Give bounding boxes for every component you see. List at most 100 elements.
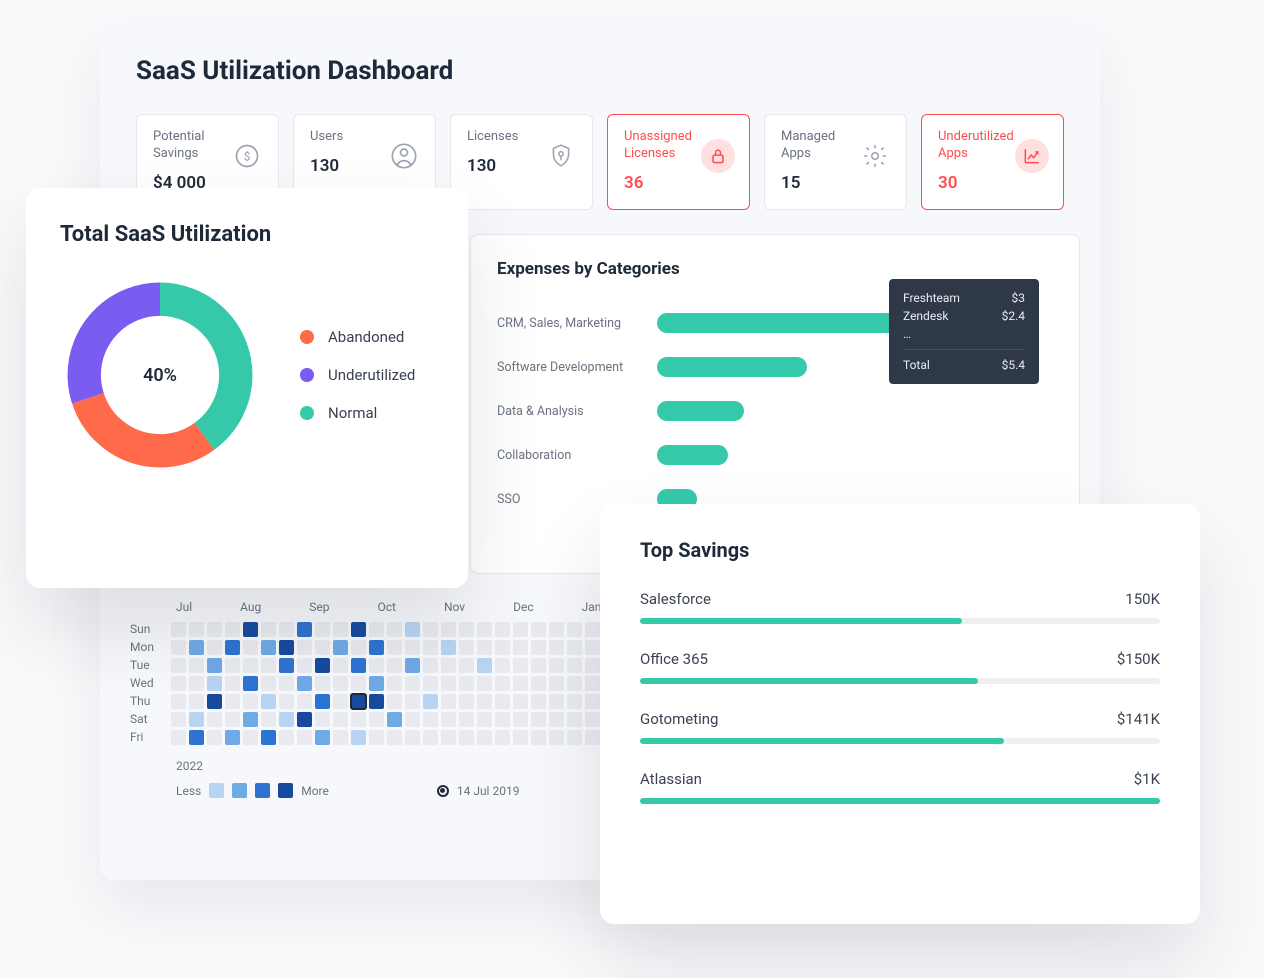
calendar-cell[interactable]	[495, 640, 510, 655]
calendar-cell[interactable]	[441, 676, 456, 691]
calendar-cell[interactable]	[351, 694, 366, 709]
calendar-cell[interactable]	[333, 730, 348, 745]
calendar-cell[interactable]	[423, 676, 438, 691]
calendar-cell[interactable]	[405, 694, 420, 709]
calendar-cell[interactable]	[477, 622, 492, 637]
calendar-cell[interactable]	[459, 730, 474, 745]
calendar-cell[interactable]	[441, 694, 456, 709]
calendar-cell[interactable]	[477, 640, 492, 655]
calendar-cell[interactable]	[261, 658, 276, 673]
calendar-cell[interactable]	[441, 640, 456, 655]
calendar-cell[interactable]	[567, 676, 582, 691]
calendar-cell[interactable]	[549, 694, 564, 709]
calendar-cell[interactable]	[513, 730, 528, 745]
calendar-cell[interactable]	[441, 658, 456, 673]
calendar-cell[interactable]	[459, 676, 474, 691]
calendar-cell[interactable]	[531, 622, 546, 637]
calendar-cell[interactable]	[207, 730, 222, 745]
calendar-cell[interactable]	[351, 712, 366, 727]
calendar-cell[interactable]	[189, 622, 204, 637]
calendar-cell[interactable]	[405, 730, 420, 745]
calendar-cell[interactable]	[459, 694, 474, 709]
calendar-cell[interactable]	[261, 712, 276, 727]
calendar-cell[interactable]	[387, 694, 402, 709]
calendar-cell[interactable]	[189, 730, 204, 745]
calendar-cell[interactable]	[225, 694, 240, 709]
calendar-cell[interactable]	[423, 694, 438, 709]
calendar-cell[interactable]	[369, 676, 384, 691]
calendar-cell[interactable]	[567, 640, 582, 655]
calendar-cell[interactable]	[261, 640, 276, 655]
calendar-cell[interactable]	[297, 622, 312, 637]
calendar-cell[interactable]	[549, 622, 564, 637]
calendar-cell[interactable]	[279, 730, 294, 745]
legend-item-abandoned[interactable]: Abandoned	[300, 328, 415, 346]
calendar-cell[interactable]	[225, 730, 240, 745]
calendar-cell[interactable]	[477, 694, 492, 709]
calendar-cell[interactable]	[387, 622, 402, 637]
calendar-cell[interactable]	[423, 658, 438, 673]
calendar-cell[interactable]	[477, 712, 492, 727]
calendar-cell[interactable]	[585, 676, 600, 691]
calendar-cell[interactable]	[261, 730, 276, 745]
calendar-cell[interactable]	[333, 658, 348, 673]
calendar-cell[interactable]	[369, 640, 384, 655]
calendar-cell[interactable]	[351, 676, 366, 691]
calendar-cell[interactable]	[297, 694, 312, 709]
calendar-cell[interactable]	[351, 640, 366, 655]
calendar-cell[interactable]	[549, 730, 564, 745]
calendar-cell[interactable]	[297, 658, 312, 673]
calendar-cell[interactable]	[243, 730, 258, 745]
calendar-cell[interactable]	[207, 622, 222, 637]
calendar-cell[interactable]	[423, 622, 438, 637]
calendar-cell[interactable]	[405, 658, 420, 673]
calendar-cell[interactable]	[189, 694, 204, 709]
calendar-cell[interactable]	[171, 676, 186, 691]
calendar-cell[interactable]	[297, 712, 312, 727]
calendar-cell[interactable]	[423, 730, 438, 745]
calendar-cell[interactable]	[567, 658, 582, 673]
calendar-cell[interactable]	[495, 730, 510, 745]
calendar-cell[interactable]	[441, 622, 456, 637]
calendar-cell[interactable]	[351, 658, 366, 673]
calendar-cell[interactable]	[369, 712, 384, 727]
calendar-cell[interactable]	[495, 676, 510, 691]
calendar-cell[interactable]	[495, 694, 510, 709]
calendar-cell[interactable]	[513, 622, 528, 637]
calendar-cell[interactable]	[225, 640, 240, 655]
calendar-cell[interactable]	[189, 676, 204, 691]
calendar-cell[interactable]	[243, 694, 258, 709]
calendar-cell[interactable]	[387, 676, 402, 691]
calendar-cell[interactable]	[405, 676, 420, 691]
savings-row[interactable]: Atlassian$1K	[640, 770, 1160, 804]
calendar-cell[interactable]	[225, 676, 240, 691]
calendar-cell[interactable]	[315, 712, 330, 727]
calendar-cell[interactable]	[567, 694, 582, 709]
calendar-cell[interactable]	[315, 676, 330, 691]
calendar-cell[interactable]	[369, 658, 384, 673]
calendar-cell[interactable]	[477, 658, 492, 673]
calendar-cell[interactable]	[405, 640, 420, 655]
legend-item-normal[interactable]: Normal	[300, 404, 415, 422]
kpi-licenses[interactable]: Licenses 130	[450, 114, 593, 210]
legend-item-underutilized[interactable]: Underutilized	[300, 366, 415, 384]
expenses-row[interactable]: Collaboration	[497, 433, 1053, 477]
calendar-cell[interactable]	[495, 622, 510, 637]
calendar-cell[interactable]	[189, 712, 204, 727]
calendar-cell[interactable]	[585, 658, 600, 673]
calendar-cell[interactable]	[477, 730, 492, 745]
calendar-cell[interactable]	[261, 622, 276, 637]
calendar-cell[interactable]	[513, 658, 528, 673]
calendar-cell[interactable]	[315, 658, 330, 673]
calendar-cell[interactable]	[189, 658, 204, 673]
calendar-cell[interactable]	[261, 694, 276, 709]
calendar-cell[interactable]	[333, 694, 348, 709]
savings-row[interactable]: Salesforce150K	[640, 590, 1160, 624]
calendar-cell[interactable]	[405, 712, 420, 727]
calendar-grid[interactable]	[171, 622, 600, 745]
calendar-cell[interactable]	[477, 676, 492, 691]
calendar-cell[interactable]	[387, 730, 402, 745]
calendar-cell[interactable]	[567, 712, 582, 727]
calendar-cell[interactable]	[171, 694, 186, 709]
calendar-cell[interactable]	[207, 694, 222, 709]
